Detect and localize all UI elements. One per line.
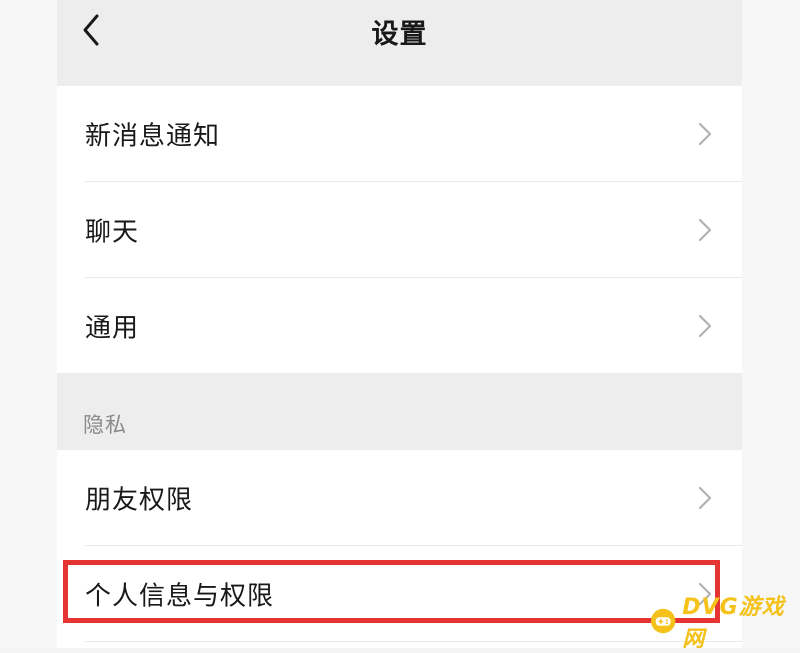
left-margin [0, 0, 57, 648]
page-title: 设置 [371, 19, 428, 50]
settings-item-label: 通用 [85, 313, 140, 344]
watermark: DVG游戏网 [650, 595, 800, 652]
settings-item-label: 个人信息与权限 [85, 581, 275, 612]
settings-item-personal-info-permissions[interactable]: 个人信息与权限 [57, 546, 742, 642]
watermark-text: DVG游戏网 [682, 595, 785, 652]
settings-item-chat[interactable]: 聊天 [57, 182, 742, 278]
chevron-right-icon [698, 218, 712, 242]
chevron-right-icon [698, 314, 712, 338]
settings-item-label: 新消息通知 [85, 121, 221, 152]
settings-screen: 设置 新消息通知 聊天 通用 隐私 朋友权限 个人信息与权限 [57, 0, 742, 648]
general-settings-group: 新消息通知 聊天 通用 [57, 86, 742, 373]
privacy-settings-group: 朋友权限 个人信息与权限 [57, 450, 742, 648]
settings-item-new-message-notification[interactable]: 新消息通知 [57, 86, 742, 182]
settings-item-friend-permissions[interactable]: 朋友权限 [57, 450, 742, 546]
privacy-section-header: 隐私 [83, 413, 127, 437]
chevron-right-icon [698, 122, 712, 146]
navigation-bar: 设置 [57, 0, 742, 86]
settings-item-label: 聊天 [85, 217, 140, 248]
chevron-right-icon [698, 486, 712, 510]
divider [85, 641, 742, 642]
settings-item-label: 朋友权限 [85, 485, 194, 516]
settings-item-general[interactable]: 通用 [57, 278, 742, 374]
gamepad-icon [650, 608, 676, 634]
right-margin [742, 0, 800, 648]
